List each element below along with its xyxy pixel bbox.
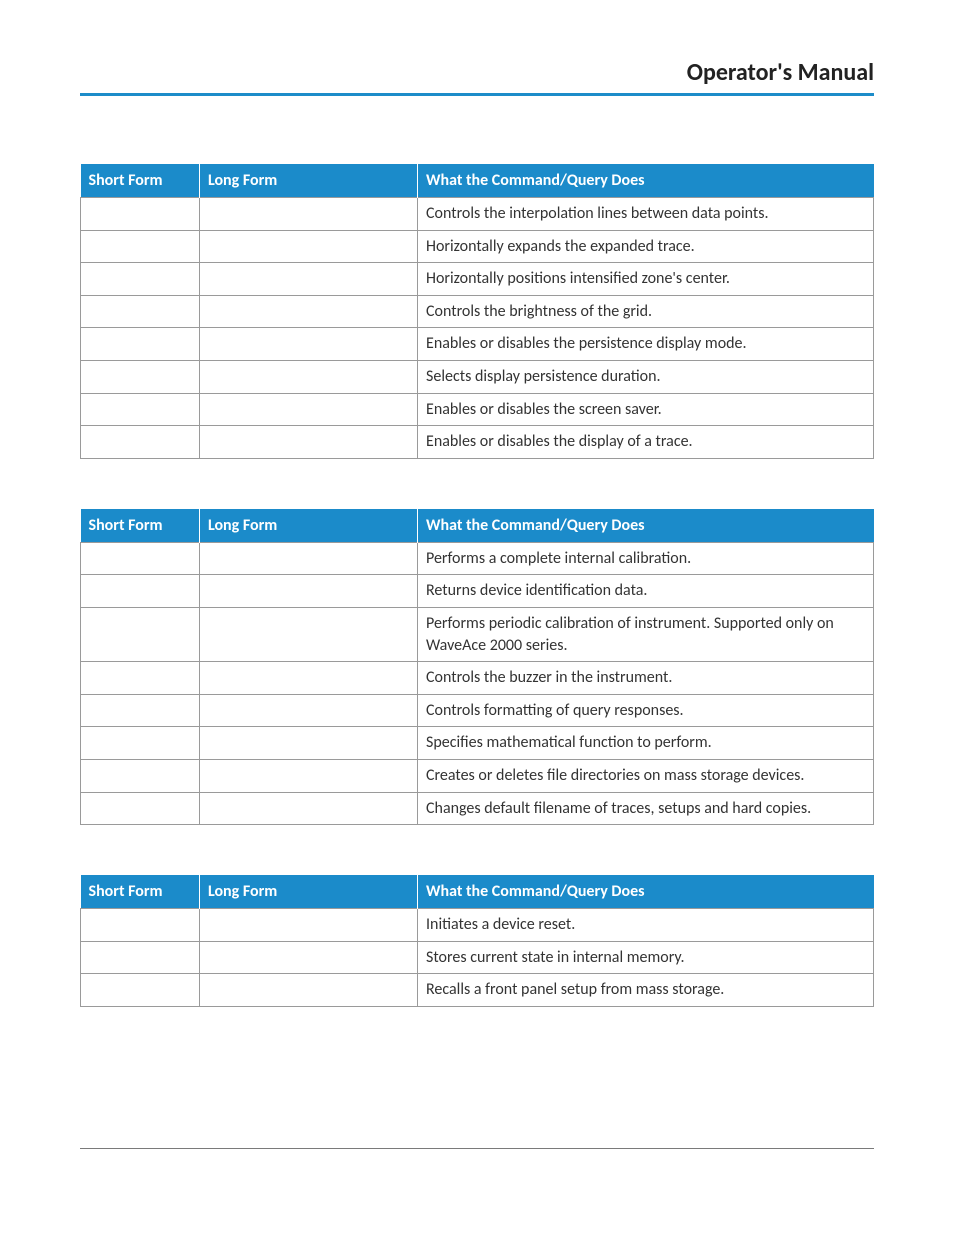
command-table-2: Short Form Long Form What the Command/Qu… (80, 509, 874, 825)
cell-long (199, 295, 417, 328)
cell-long (199, 393, 417, 426)
table-header-row: Short Form Long Form What the Command/Qu… (81, 875, 874, 909)
cell-short (81, 974, 200, 1007)
cell-long (199, 662, 417, 695)
cell-long (199, 792, 417, 825)
cell-long (199, 198, 417, 231)
table-row: Controls the interpolation lines between… (81, 198, 874, 231)
cell-short (81, 607, 200, 661)
cell-short (81, 909, 200, 942)
table-row: Enables or disables the display of a tra… (81, 426, 874, 459)
table-row: Enables or disables the screen saver. (81, 393, 874, 426)
cell-desc: Horizontally positions intensified zone'… (418, 263, 874, 296)
page-title: Operator's Manual (80, 58, 874, 87)
cell-short (81, 727, 200, 760)
cell-short (81, 426, 200, 459)
cell-desc: Specifies mathematical function to perfo… (418, 727, 874, 760)
cell-short (81, 542, 200, 575)
header-long-form: Long Form (199, 164, 417, 198)
cell-desc: Initiates a device reset. (418, 909, 874, 942)
page-header: Operator's Manual (80, 58, 874, 96)
cell-long (199, 328, 417, 361)
table-header-row: Short Form Long Form What the Command/Qu… (81, 509, 874, 543)
header-short-form: Short Form (81, 164, 200, 198)
page-footer-rule (80, 1148, 874, 1149)
cell-short (81, 198, 200, 231)
cell-desc: Performs a complete internal calibration… (418, 542, 874, 575)
table-row: Specifies mathematical function to perfo… (81, 727, 874, 760)
table-row: Performs periodic calibration of instrum… (81, 607, 874, 661)
cell-short (81, 295, 200, 328)
table-row: Returns device identification data. (81, 575, 874, 608)
cell-desc: Recalls a front panel setup from mass st… (418, 974, 874, 1007)
cell-desc: Enables or disables the persistence disp… (418, 328, 874, 361)
cell-long (199, 542, 417, 575)
table-row: Creates or deletes file directories on m… (81, 759, 874, 792)
cell-desc: Returns device identification data. (418, 575, 874, 608)
table-row: Controls the buzzer in the instrument. (81, 662, 874, 695)
cell-short (81, 694, 200, 727)
cell-short (81, 393, 200, 426)
cell-long (199, 230, 417, 263)
cell-long (199, 360, 417, 393)
command-table-3: Short Form Long Form What the Command/Qu… (80, 875, 874, 1007)
header-long-form: Long Form (199, 875, 417, 909)
table-header-row: Short Form Long Form What the Command/Qu… (81, 164, 874, 198)
table-row: Initiates a device reset. (81, 909, 874, 942)
cell-desc: Creates or deletes file directories on m… (418, 759, 874, 792)
cell-short (81, 230, 200, 263)
cell-short (81, 263, 200, 296)
header-short-form: Short Form (81, 509, 200, 543)
cell-long (199, 759, 417, 792)
cell-long (199, 575, 417, 608)
table-row: Stores current state in internal memory. (81, 941, 874, 974)
table-row: Performs a complete internal calibration… (81, 542, 874, 575)
cell-desc: Enables or disables the display of a tra… (418, 426, 874, 459)
cell-short (81, 662, 200, 695)
cell-desc: Changes default filename of traces, setu… (418, 792, 874, 825)
table-row: Controls formatting of query responses. (81, 694, 874, 727)
cell-long (199, 909, 417, 942)
cell-desc: Enables or disables the screen saver. (418, 393, 874, 426)
cell-long (199, 941, 417, 974)
cell-desc: Horizontally expands the expanded trace. (418, 230, 874, 263)
cell-short (81, 360, 200, 393)
cell-long (199, 426, 417, 459)
header-description: What the Command/Query Does (418, 509, 874, 543)
header-description: What the Command/Query Does (418, 164, 874, 198)
cell-long (199, 263, 417, 296)
cell-short (81, 759, 200, 792)
header-description: What the Command/Query Does (418, 875, 874, 909)
cell-short (81, 575, 200, 608)
cell-desc: Controls the interpolation lines between… (418, 198, 874, 231)
table-row: Horizontally expands the expanded trace. (81, 230, 874, 263)
cell-long (199, 974, 417, 1007)
cell-desc: Controls the brightness of the grid. (418, 295, 874, 328)
table-row: Changes default filename of traces, setu… (81, 792, 874, 825)
table-row: Selects display persistence duration. (81, 360, 874, 393)
table-row: Horizontally positions intensified zone'… (81, 263, 874, 296)
cell-long (199, 694, 417, 727)
cell-long (199, 727, 417, 760)
cell-short (81, 328, 200, 361)
cell-short (81, 941, 200, 974)
header-short-form: Short Form (81, 875, 200, 909)
cell-desc: Performs periodic calibration of instrum… (418, 607, 874, 661)
header-long-form: Long Form (199, 509, 417, 543)
cell-desc: Stores current state in internal memory. (418, 941, 874, 974)
table-row: Enables or disables the persistence disp… (81, 328, 874, 361)
cell-short (81, 792, 200, 825)
cell-long (199, 607, 417, 661)
cell-desc: Controls formatting of query responses. (418, 694, 874, 727)
cell-desc: Selects display persistence duration. (418, 360, 874, 393)
cell-desc: Controls the buzzer in the instrument. (418, 662, 874, 695)
command-table-1: Short Form Long Form What the Command/Qu… (80, 164, 874, 459)
table-row: Recalls a front panel setup from mass st… (81, 974, 874, 1007)
table-row: Controls the brightness of the grid. (81, 295, 874, 328)
